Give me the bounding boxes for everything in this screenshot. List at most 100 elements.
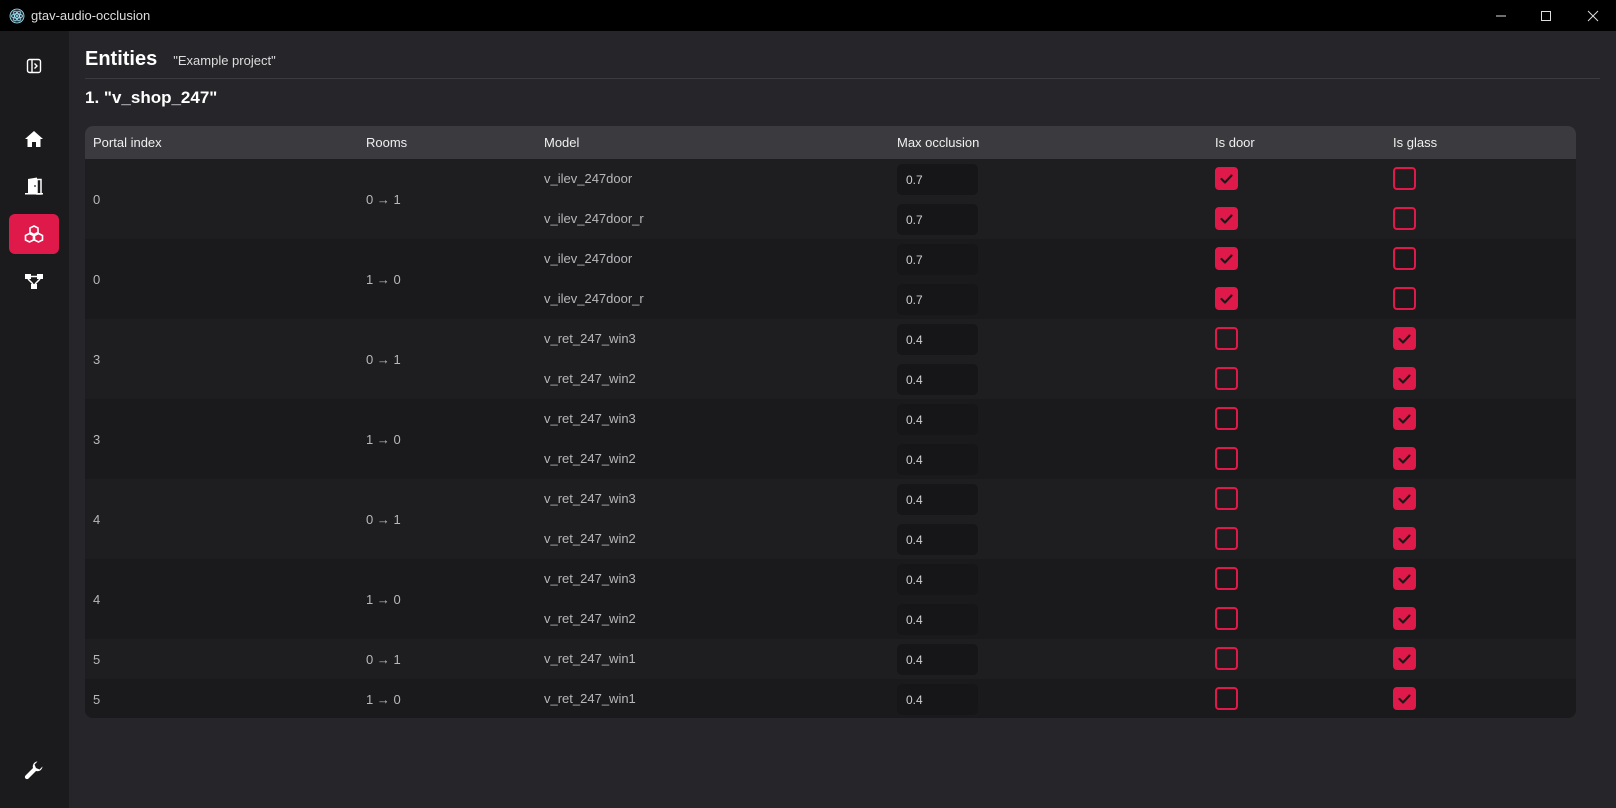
close-icon	[1587, 10, 1599, 21]
door-icon	[25, 177, 43, 195]
minimize-button[interactable]	[1478, 0, 1524, 31]
portal-group: 01 → 0 v_ilev_247door 0.7 v_ilev_247door_r 0…	[85, 239, 1576, 319]
model-cell: v_ilev_247door	[544, 171, 633, 186]
check-icon	[1398, 413, 1411, 424]
is-door-checkbox[interactable]	[1215, 527, 1238, 550]
max-occlusion-input[interactable]: 0.4	[897, 364, 978, 395]
check-icon	[1398, 453, 1411, 464]
table-row: v_ilev_247door_r 0.7	[85, 199, 1576, 239]
is-door-checkbox[interactable]	[1215, 607, 1238, 630]
portal-group: 50 → 1 v_ret_247_win1 0.4	[85, 639, 1576, 679]
model-cell: v_ret_247_win1	[544, 651, 636, 666]
home-icon	[25, 131, 43, 147]
is-door-checkbox[interactable]	[1215, 367, 1238, 390]
check-icon	[1398, 653, 1411, 664]
model-cell: v_ret_247_win3	[544, 491, 636, 506]
project-name: "Example project"	[173, 53, 276, 68]
max-occlusion-input[interactable]: 0.4	[897, 324, 978, 355]
is-glass-checkbox[interactable]	[1393, 647, 1416, 670]
max-occlusion-input[interactable]: 0.4	[897, 444, 978, 475]
is-glass-checkbox[interactable]	[1393, 247, 1416, 270]
is-glass-checkbox[interactable]	[1393, 607, 1416, 630]
window-title: gtav-audio-occlusion	[31, 8, 151, 23]
portal-group: 40 → 1 v_ret_247_win3 0.4 v_ret_247_win2 0.4	[85, 479, 1576, 559]
sidebar-item-home[interactable]	[9, 119, 59, 159]
max-occlusion-input[interactable]: 0.7	[897, 164, 978, 195]
table-row: v_ret_247_win3 0.4	[85, 479, 1576, 519]
max-occlusion-input[interactable]: 0.4	[897, 524, 978, 555]
is-door-checkbox[interactable]	[1215, 167, 1238, 190]
table-row: v_ilev_247door 0.7	[85, 239, 1576, 279]
max-occlusion-input[interactable]: 0.4	[897, 564, 978, 595]
max-occlusion-input[interactable]: 0.4	[897, 484, 978, 515]
table-row: v_ilev_247door_r 0.7	[85, 279, 1576, 319]
sidebar-item-graph[interactable]	[9, 261, 59, 301]
is-glass-checkbox[interactable]	[1393, 407, 1416, 430]
is-door-checkbox[interactable]	[1215, 447, 1238, 470]
check-icon	[1398, 493, 1411, 504]
portal-group: 30 → 1 v_ret_247_win3 0.4 v_ret_247_win2 0.4	[85, 319, 1576, 399]
is-door-checkbox[interactable]	[1215, 487, 1238, 510]
is-glass-checkbox[interactable]	[1393, 447, 1416, 470]
model-cell: v_ret_247_win2	[544, 371, 636, 386]
portal-group: 41 → 0 v_ret_247_win3 0.4 v_ret_247_win2 0.4	[85, 559, 1576, 639]
max-occlusion-input[interactable]: 0.7	[897, 204, 978, 235]
model-cell: v_ilev_247door	[544, 251, 633, 266]
is-glass-checkbox[interactable]	[1393, 207, 1416, 230]
is-glass-checkbox[interactable]	[1393, 367, 1416, 390]
is-door-checkbox[interactable]	[1215, 567, 1238, 590]
graph-icon	[25, 274, 43, 289]
model-cell: v_ret_247_win3	[544, 411, 636, 426]
is-glass-checkbox[interactable]	[1393, 327, 1416, 350]
check-icon	[1220, 213, 1233, 224]
is-glass-checkbox[interactable]	[1393, 287, 1416, 310]
table-row: v_ret_247_win3 0.4	[85, 399, 1576, 439]
table-row: v_ret_247_win2 0.4	[85, 599, 1576, 639]
max-occlusion-input[interactable]: 0.4	[897, 404, 978, 435]
is-glass-checkbox[interactable]	[1393, 567, 1416, 590]
table-row: v_ret_247_win2 0.4	[85, 359, 1576, 399]
max-occlusion-input[interactable]: 0.4	[897, 644, 978, 675]
is-glass-checkbox[interactable]	[1393, 167, 1416, 190]
is-door-checkbox[interactable]	[1215, 687, 1238, 710]
table-row: v_ret_247_win2 0.4	[85, 439, 1576, 479]
max-occlusion-input[interactable]: 0.7	[897, 284, 978, 315]
model-cell: v_ret_247_win2	[544, 611, 636, 626]
sidebar-toggle-button[interactable]	[9, 46, 59, 86]
model-cell: v_ilev_247door_r	[544, 291, 644, 306]
sidebar-item-entities[interactable]	[9, 214, 59, 254]
is-door-checkbox[interactable]	[1215, 647, 1238, 670]
is-door-checkbox[interactable]	[1215, 247, 1238, 270]
check-icon	[1398, 693, 1411, 704]
check-icon	[1398, 373, 1411, 384]
check-icon	[1398, 613, 1411, 624]
is-glass-checkbox[interactable]	[1393, 487, 1416, 510]
check-icon	[1398, 333, 1411, 344]
model-cell: v_ilev_247door_r	[544, 211, 644, 226]
minimize-icon	[1496, 15, 1506, 16]
title-bar: gtav-audio-occlusion	[0, 0, 1616, 31]
sidebar-toggle-icon	[26, 58, 42, 74]
is-glass-checkbox[interactable]	[1393, 527, 1416, 550]
is-door-checkbox[interactable]	[1215, 207, 1238, 230]
check-icon	[1220, 293, 1233, 304]
is-door-checkbox[interactable]	[1215, 287, 1238, 310]
is-door-checkbox[interactable]	[1215, 407, 1238, 430]
is-door-checkbox[interactable]	[1215, 327, 1238, 350]
is-glass-checkbox[interactable]	[1393, 687, 1416, 710]
table-row: v_ret_247_win1 0.4	[85, 679, 1576, 718]
portal-group: 31 → 0 v_ret_247_win3 0.4 v_ret_247_win2 0.4	[85, 399, 1576, 479]
max-occlusion-input[interactable]: 0.4	[897, 604, 978, 635]
maximize-button[interactable]	[1523, 0, 1569, 31]
entities-table: Portal index Rooms Model Max occlusion I…	[85, 126, 1576, 718]
max-occlusion-input[interactable]: 0.7	[897, 244, 978, 275]
sidebar-item-settings[interactable]	[9, 750, 59, 790]
column-header-is-door: Is door	[1215, 135, 1255, 150]
model-cell: v_ret_247_win2	[544, 531, 636, 546]
portal-group: 00 → 1 v_ilev_247door 0.7 v_ilev_247door_r 0…	[85, 159, 1576, 239]
close-button[interactable]	[1570, 0, 1616, 31]
electron-app-icon	[9, 8, 25, 23]
wrench-icon	[24, 761, 43, 780]
max-occlusion-input[interactable]: 0.4	[897, 684, 978, 715]
sidebar-item-portals[interactable]	[9, 166, 59, 206]
